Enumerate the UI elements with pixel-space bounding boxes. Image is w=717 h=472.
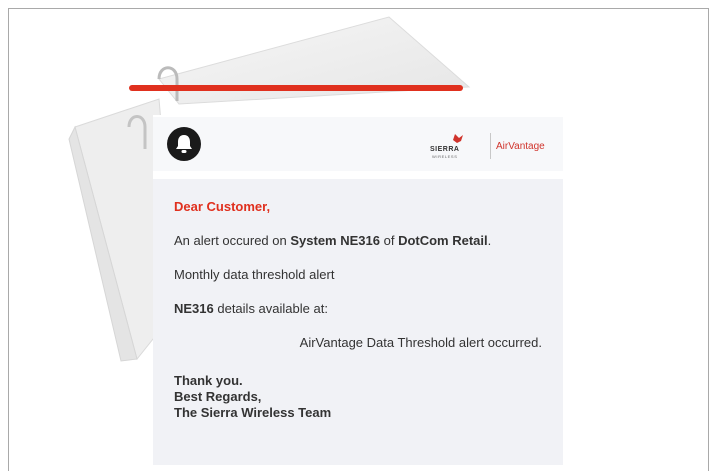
details-suffix: details available at: xyxy=(213,301,328,316)
logo-sub: WIRELESS xyxy=(432,154,457,159)
alert-name: Monthly data threshold alert xyxy=(174,267,335,282)
company-name: DotCom Retail xyxy=(398,233,488,248)
details-line: NE316 details available at: xyxy=(174,301,328,316)
thanks-text: Thank you. xyxy=(174,373,243,388)
team-text: The Sierra Wireless Team xyxy=(174,405,332,420)
email-card: SIERRA WIRELESS AirVantage Dear Customer… xyxy=(153,115,563,471)
airvantage-label: AirVantage xyxy=(496,141,545,152)
signoff: Thank you. Best Regards, The Sierra Wire… xyxy=(174,373,331,421)
brand-area: SIERRA WIRELESS AirVantage xyxy=(227,117,563,171)
bell-circle xyxy=(167,127,201,161)
alert-mid: of xyxy=(379,233,399,248)
bell-icon xyxy=(176,135,192,153)
bell-badge xyxy=(153,117,227,171)
alert-link[interactable]: AirVantage Data Threshold alert occurred… xyxy=(174,335,542,350)
details-device: NE316 xyxy=(174,301,214,316)
alert-prefix: An alert occured on xyxy=(174,233,291,248)
logo-name: SIERRA xyxy=(430,146,459,153)
email-header: SIERRA WIRELESS AirVantage xyxy=(153,115,563,171)
sierra-wireless-logo: SIERRA WIRELESS xyxy=(430,134,463,159)
system-name: System NE316 xyxy=(290,233,380,248)
alert-line: An alert occured on System NE316 of DotC… xyxy=(174,233,491,248)
alert-end: . xyxy=(487,233,492,248)
email-body: Dear Customer, An alert occured on Syste… xyxy=(153,179,563,465)
greeting: Dear Customer, xyxy=(174,199,271,214)
logo-divider xyxy=(490,133,491,159)
email-frame: SIERRA WIRELESS AirVantage Dear Customer… xyxy=(8,8,709,471)
regards-text: Best Regards, xyxy=(174,389,262,404)
